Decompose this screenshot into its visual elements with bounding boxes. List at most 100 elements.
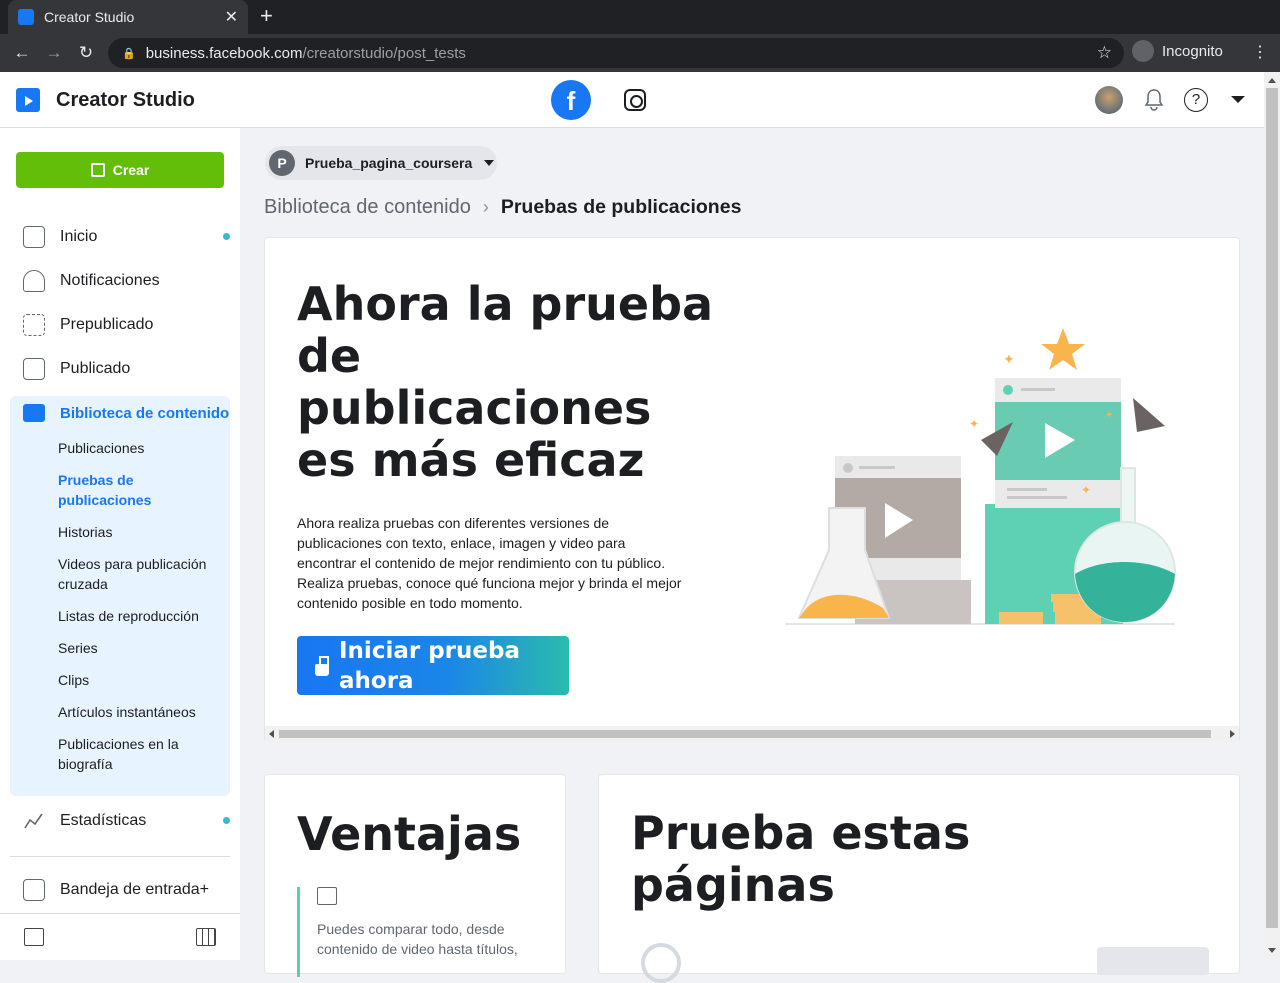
breadcrumb-current: Pruebas de publicaciones <box>500 196 742 218</box>
sidebar: Crear Inicio Notificaciones Prepublicado… <box>0 128 240 960</box>
page-name: Prueba_pagina_coursera <box>305 155 473 171</box>
start-test-button[interactable]: Iniciar prueba ahora <box>297 636 569 695</box>
post-tests-hero-card: Ahora la prueba de publicaciones es más … <box>264 237 1240 742</box>
url-host: business.facebook.com <box>145 44 303 62</box>
url-path: /creatorstudio/post_tests <box>302 44 466 62</box>
scrollbar-thumb[interactable] <box>279 730 1211 738</box>
sidebar-item-notifications[interactable]: Notificaciones <box>10 261 230 301</box>
draft-icon <box>23 314 45 336</box>
back-arrow-icon[interactable]: ← <box>6 43 38 63</box>
create-button-label: Crear <box>112 162 150 178</box>
sidebar-item-label: Biblioteca de contenido <box>60 404 230 422</box>
browser-tab-strip: Creator Studio ✕ + <box>0 0 1280 34</box>
edit-icon <box>90 163 105 177</box>
app-header: Creator Studio f ? <box>0 72 1264 128</box>
incognito-indicator[interactable]: Incognito <box>1132 40 1223 62</box>
scroll-left-icon[interactable] <box>269 730 274 738</box>
try-pages-card: Prueba estas páginas <box>598 774 1240 983</box>
subnav-post-tests[interactable]: Pruebas de publicaciones <box>58 470 228 510</box>
svg-text:✦: ✦ <box>1003 352 1015 368</box>
table-view-icon[interactable] <box>196 928 216 946</box>
library-icon <box>23 404 45 422</box>
notifications-bell-icon[interactable] <box>1143 88 1165 112</box>
avatar[interactable] <box>1095 86 1123 114</box>
start-test-label: Iniciar prueba ahora <box>339 637 520 694</box>
divider <box>10 856 230 857</box>
post-testing-illustration: ✦ ✦ ✦ ✦ <box>785 328 1176 625</box>
insights-chart-icon <box>24 813 43 829</box>
breadcrumb-parent[interactable]: Biblioteca de contenido <box>264 196 471 219</box>
horizontal-scrollbar[interactable] <box>265 726 1239 742</box>
sidebar-item-insights[interactable]: Estadísticas <box>10 801 230 841</box>
subnav-timeline-posts[interactable]: Publicaciones en la biografía <box>58 734 228 774</box>
close-tab-icon[interactable]: ✕ <box>225 7 238 27</box>
page-avatar: P <box>269 150 295 176</box>
page-avatar-placeholder <box>641 943 681 983</box>
accent-bar <box>297 887 300 977</box>
sidebar-item-label: Notificaciones <box>60 272 160 289</box>
sidebar-item-label: Publicado <box>60 360 131 377</box>
app-title: Creator Studio <box>56 88 195 111</box>
instagram-platform-icon[interactable] <box>624 89 646 111</box>
try-pages-title: Prueba estas páginas <box>631 806 971 912</box>
creator-studio-logo-icon <box>16 88 40 112</box>
subnav-crosspost-videos[interactable]: Videos para publicación cruzada <box>58 554 228 594</box>
address-bar[interactable]: 🔒 business.facebook.com/creatorstudio/po… <box>108 38 1124 68</box>
hero-title: Ahora la prueba de publicaciones es más … <box>297 277 714 487</box>
account-menu-chevron-down-icon[interactable] <box>1231 96 1245 103</box>
creator-studio-favicon-icon <box>18 9 34 25</box>
sidebar-item-label: Prepublicado <box>60 316 154 333</box>
chevron-down-icon <box>484 160 495 166</box>
reload-icon[interactable]: ↻ <box>70 43 102 63</box>
browser-menu-icon[interactable]: ⋮ <box>1252 42 1268 62</box>
hero-description: Ahora realiza pruebas con diferentes ver… <box>297 515 682 611</box>
create-button[interactable]: Crear <box>16 152 224 188</box>
page-action-button[interactable] <box>1097 947 1209 975</box>
notification-dot <box>223 817 230 824</box>
chevron-right-icon: › <box>482 197 489 217</box>
incognito-label: Incognito <box>1162 42 1223 60</box>
flask-icon <box>315 655 329 676</box>
edit-icon <box>317 887 337 905</box>
advantages-card: Ventajas Puedes comparar todo, desde con… <box>264 774 566 977</box>
collapse-sidebar-icon[interactable] <box>24 928 44 946</box>
sidebar-footer <box>0 913 240 960</box>
svg-text:✦: ✦ <box>1081 483 1091 497</box>
subnav-series[interactable]: Series <box>58 638 228 658</box>
lock-icon: 🔒 <box>122 47 136 60</box>
svg-text:✦: ✦ <box>1105 410 1113 421</box>
advantage-text: Puedes comparar todo, desde contenido de… <box>317 921 518 957</box>
sidebar-item-inbox[interactable]: Bandeja de entrada+ <box>10 870 230 910</box>
vertical-scrollbar[interactable] <box>1264 72 1280 960</box>
bell-icon <box>23 270 45 292</box>
scroll-right-icon[interactable] <box>1230 730 1235 738</box>
forward-arrow-icon[interactable]: → <box>38 43 70 63</box>
scroll-up-icon[interactable] <box>1268 78 1276 83</box>
facebook-platform-icon[interactable]: f <box>551 80 591 120</box>
browser-toolbar: ← → ↻ 🔒 business.facebook.com/creatorstu… <box>0 34 1280 72</box>
sidebar-item-published[interactable]: Publicado <box>10 349 230 389</box>
subnav-playlists[interactable]: Listas de reproducción <box>58 606 228 626</box>
home-icon <box>23 226 45 248</box>
app-brand[interactable]: Creator Studio <box>16 88 195 112</box>
bookmark-star-icon[interactable]: ☆ <box>1097 43 1112 63</box>
help-icon[interactable]: ? <box>1184 88 1208 112</box>
subnav-instant-articles[interactable]: Artículos instantáneos <box>58 702 228 722</box>
incognito-icon <box>1132 40 1154 62</box>
page-selector[interactable]: P Prueba_pagina_coursera <box>265 146 497 180</box>
subnav-clips[interactable]: Clips <box>58 670 228 690</box>
svg-text:✦: ✦ <box>969 417 979 431</box>
sidebar-item-label: Bandeja de entrada+ <box>60 881 210 898</box>
sidebar-item-label: Inicio <box>60 228 98 245</box>
scroll-down-icon[interactable] <box>1268 948 1276 953</box>
tab-title: Creator Studio <box>44 9 135 25</box>
sidebar-item-home[interactable]: Inicio <box>10 217 230 257</box>
sidebar-item-content-library[interactable]: Biblioteca de contenido <box>10 396 230 430</box>
scrollbar-thumb[interactable] <box>1266 88 1278 928</box>
subnav-posts[interactable]: Publicaciones <box>58 438 228 458</box>
new-tab-button[interactable]: + <box>260 5 273 27</box>
subnav-stories[interactable]: Historias <box>58 522 228 542</box>
breadcrumb: Biblioteca de contenido › Pruebas de pub… <box>264 196 741 219</box>
browser-tab[interactable]: Creator Studio ✕ <box>8 0 248 34</box>
sidebar-item-prepublished[interactable]: Prepublicado <box>10 305 230 345</box>
